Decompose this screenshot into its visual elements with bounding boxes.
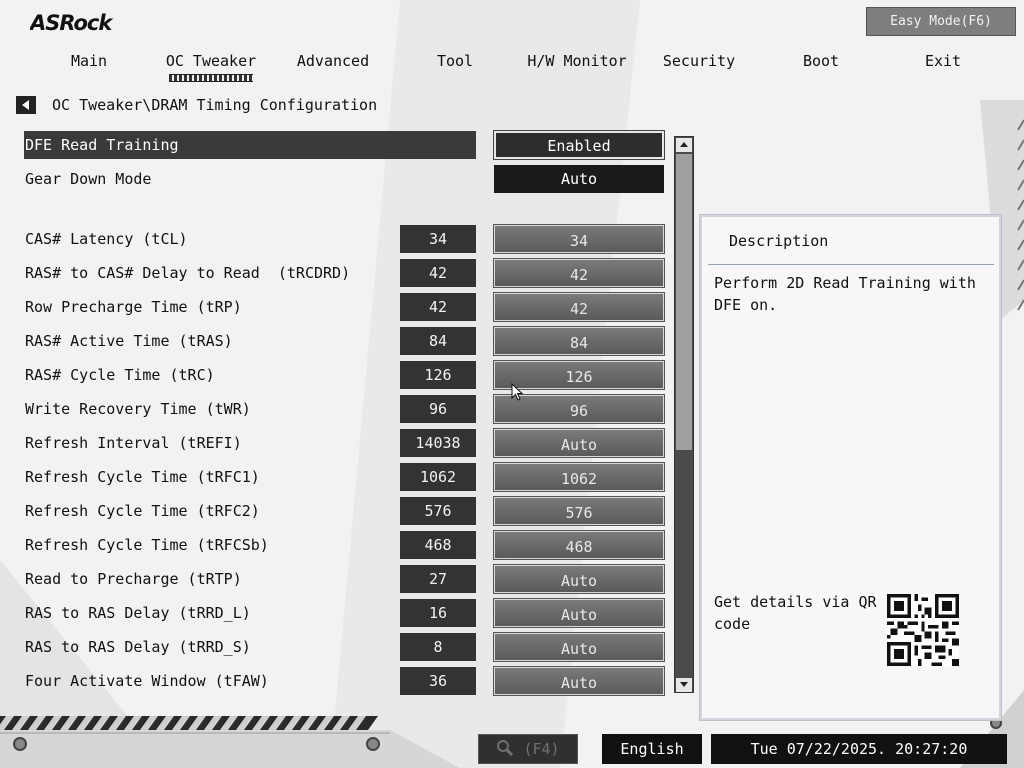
qr-code-icon (887, 594, 959, 666)
setting-value-tcl[interactable]: 34 (493, 224, 665, 254)
current-value-trfc2: 576 (400, 497, 476, 525)
setting-value-tfaw[interactable]: Auto (493, 666, 665, 696)
current-value-trtp: 27 (400, 565, 476, 593)
description-title: Description (729, 232, 829, 250)
scrollbar-thumb[interactable] (676, 154, 692, 450)
setting-label-trtp[interactable]: Read to Precharge (tRTP) (25, 565, 242, 593)
current-value-tcl: 34 (400, 225, 476, 253)
setting-value-trfcsb[interactable]: 468 (493, 530, 665, 560)
setting-label-trcdrd[interactable]: RAS# to CAS# Delay to Read (tRCDRD) (25, 259, 350, 287)
setting-label-tras[interactable]: RAS# Active Time (tRAS) (25, 327, 233, 355)
tab-oc-tweaker[interactable]: OC Tweaker (150, 52, 272, 82)
tab-boot[interactable]: Boot (760, 52, 882, 82)
scroll-down-arrow-icon[interactable] (676, 678, 692, 692)
current-value-trrd-l: 16 (400, 599, 476, 627)
current-value-trefi: 14038 (400, 429, 476, 457)
current-value-trp: 42 (400, 293, 476, 321)
setting-label-twr[interactable]: Write Recovery Time (tWR) (25, 395, 251, 423)
setting-value-trtp[interactable]: Auto (493, 564, 665, 594)
current-value-trc: 126 (400, 361, 476, 389)
setting-value-trfc2[interactable]: 576 (493, 496, 665, 526)
description-divider (708, 264, 994, 265)
current-value-trfcsb: 468 (400, 531, 476, 559)
current-value-trrd-s: 8 (400, 633, 476, 661)
setting-value-trrd-s[interactable]: Auto (493, 632, 665, 662)
setting-value-trrd-l[interactable]: Auto (493, 598, 665, 628)
setting-label-trefi[interactable]: Refresh Interval (tREFI) (25, 429, 242, 457)
setting-label-trrd-l[interactable]: RAS to RAS Delay (tRRD_L) (25, 599, 251, 627)
setting-value-tras[interactable]: 84 (493, 326, 665, 356)
setting-label-gear-down-mode[interactable]: Gear Down Mode (25, 165, 151, 193)
current-value-trcdrd: 42 (400, 259, 476, 287)
setting-label-trfc2[interactable]: Refresh Cycle Time (tRFC2) (25, 497, 260, 525)
svg-text:ASRock: ASRock (30, 11, 114, 35)
setting-label-trp[interactable]: Row Precharge Time (tRP) (25, 293, 242, 321)
setting-value-dfe-read-training[interactable]: Enabled (493, 130, 665, 160)
setting-label-dfe-read-training[interactable]: DFE Read Training (25, 131, 179, 159)
setting-value-trefi[interactable]: Auto (493, 428, 665, 458)
tab-exit[interactable]: Exit (882, 52, 1004, 82)
current-value-tfaw: 36 (400, 667, 476, 695)
setting-value-trfc1[interactable]: 1062 (493, 462, 665, 492)
setting-label-trfcsb[interactable]: Refresh Cycle Time (tRFCSb) (25, 531, 269, 559)
qr-details-text: Get details via QR code (714, 593, 877, 633)
search-shortcut-label: (F4) (523, 740, 560, 758)
search-button[interactable]: (F4) (478, 734, 578, 764)
back-arrow-icon[interactable] (16, 96, 36, 114)
tab-hw-monitor[interactable]: H/W Monitor (516, 52, 638, 82)
language-button[interactable]: English (602, 734, 702, 764)
search-icon (497, 740, 514, 757)
tab-advanced[interactable]: Advanced (272, 52, 394, 82)
setting-label-trfc1[interactable]: Refresh Cycle Time (tRFC1) (25, 463, 260, 491)
mouse-cursor-icon (511, 383, 523, 401)
setting-label-trrd-s[interactable]: RAS to RAS Delay (tRRD_S) (25, 633, 251, 661)
easy-mode-button[interactable]: Easy Mode(F6) (866, 7, 1016, 36)
breadcrumb: OC Tweaker\DRAM Timing Configuration (52, 96, 378, 114)
setting-value-trcdrd[interactable]: 42 (493, 258, 665, 288)
setting-value-gear-down-mode[interactable]: Auto (494, 165, 664, 193)
setting-label-trc[interactable]: RAS# Cycle Time (tRC) (25, 361, 215, 389)
tab-main[interactable]: Main (28, 52, 150, 82)
tab-tool[interactable]: Tool (394, 52, 516, 82)
date-time-display[interactable]: Tue 07/22/2025. 20:27:20 (711, 734, 1007, 764)
description-text: Perform 2D Read Training with DFE on. (714, 274, 976, 314)
scroll-up-arrow-icon[interactable] (676, 138, 692, 152)
setting-label-tcl[interactable]: CAS# Latency (tCL) (25, 225, 188, 253)
setting-value-trp[interactable]: 42 (493, 292, 665, 322)
current-value-trfc1: 1062 (400, 463, 476, 491)
current-value-tras: 84 (400, 327, 476, 355)
current-value-twr: 96 (400, 395, 476, 423)
setting-label-tfaw[interactable]: Four Activate Window (tFAW) (25, 667, 269, 695)
tab-security[interactable]: Security (638, 52, 760, 82)
asrock-logo: ASRock (30, 11, 115, 35)
